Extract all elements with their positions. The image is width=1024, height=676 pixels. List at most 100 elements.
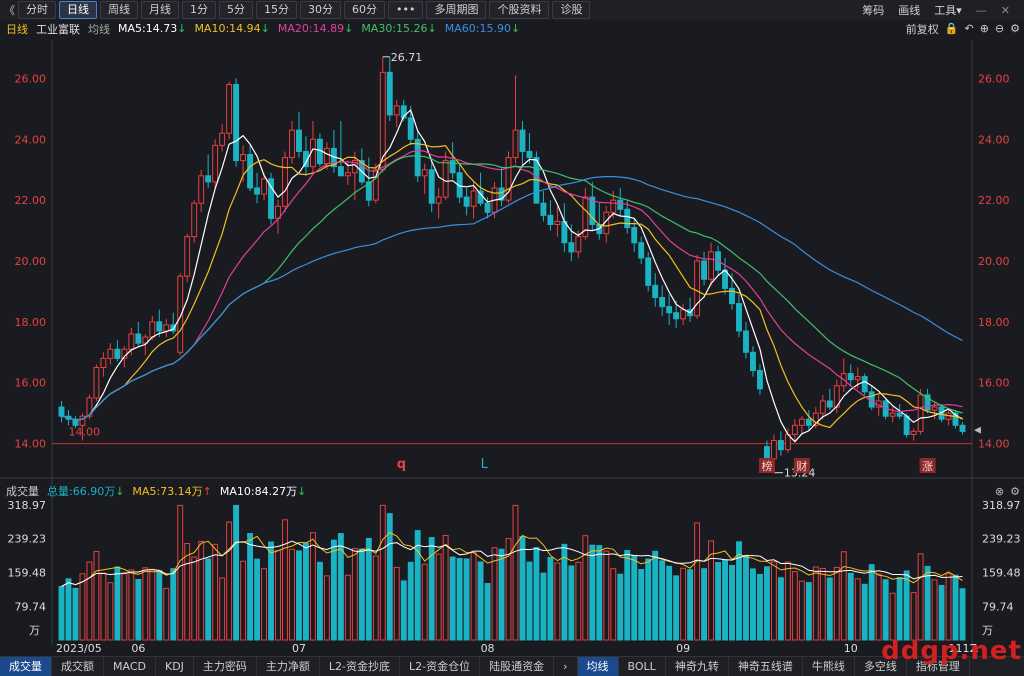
- current-price-pointer: ◀: [974, 425, 981, 435]
- candle-body: [128, 333, 135, 350]
- candle-body: [554, 220, 561, 225]
- candle-body: [526, 150, 533, 159]
- volume-title: 成交量: [6, 485, 39, 498]
- candle-body: [337, 166, 344, 177]
- volume-bar: [358, 548, 365, 641]
- candle-body: [959, 424, 966, 432]
- volume-bar: [470, 551, 477, 641]
- event-badge-label: 涨: [922, 460, 933, 473]
- date-tick: 06: [131, 642, 145, 655]
- volume-bar: [484, 582, 491, 641]
- ma30-line: [61, 155, 963, 421]
- q-marker: q: [397, 457, 406, 472]
- volume-bar: [65, 578, 72, 641]
- candle-body: [777, 440, 784, 451]
- volume-bar: [275, 549, 281, 641]
- indicator-tab[interactable]: 成交量: [0, 657, 52, 676]
- indicator-tab[interactable]: 陆股通资金: [480, 657, 555, 676]
- indicator-tab[interactable]: 成交额: [52, 657, 104, 676]
- ma20-line: [61, 149, 963, 421]
- volume-bar: [442, 534, 449, 641]
- close-icon[interactable]: ⊗: [995, 485, 1004, 498]
- left-low-label: 14.00: [68, 426, 100, 439]
- volume-bar: [142, 567, 149, 641]
- candle-body: [512, 129, 519, 159]
- event-badge-label: 榜: [761, 459, 772, 473]
- kline-chart[interactable]: 26.00 26.00 24.00 24.00 22.00 22.00 20.00 20.00…: [0, 0, 1024, 656]
- volume-bar: [254, 558, 261, 641]
- volume-bar: [296, 550, 302, 641]
- volume-bar: [316, 561, 323, 641]
- volume-bar: [72, 587, 79, 641]
- candle-body: [896, 412, 903, 417]
- price-tick-right: 14.00: [978, 438, 1010, 451]
- candle-body: [93, 367, 100, 399]
- indicator-tab[interactable]: BOLL: [619, 657, 666, 676]
- candle-body: [254, 187, 261, 195]
- price-tick-left: 22.00: [15, 194, 47, 207]
- volume-tick-right: 159.48: [982, 567, 1021, 580]
- candle-body: [435, 196, 442, 204]
- volume-bar: [379, 504, 386, 641]
- indicator-tab[interactable]: 牛熊线: [803, 657, 855, 676]
- candle-body: [393, 105, 400, 116]
- indicator-tab[interactable]: 神奇九转: [666, 657, 729, 676]
- indicator-tab[interactable]: 主力净额: [257, 657, 320, 676]
- candle-body: [680, 309, 687, 320]
- volume-controls: ⊗ ⚙: [995, 483, 1020, 499]
- volume-bar: [184, 543, 191, 641]
- candle-body: [847, 373, 854, 381]
- price-tick-right: 18.00: [978, 316, 1010, 329]
- volume-bar: [610, 568, 617, 641]
- indicator-tab[interactable]: 主力密码: [194, 657, 257, 676]
- volume-bar: [400, 580, 407, 641]
- volume-bar: [645, 558, 652, 641]
- volume-bar: [205, 558, 212, 641]
- volume-bar: [722, 559, 728, 641]
- volume-bar: [917, 553, 924, 641]
- indicator-tab[interactable]: 均线: [577, 657, 619, 676]
- volume-bar: [652, 550, 659, 641]
- volume-bar: [156, 570, 163, 641]
- candle-body: [575, 236, 582, 253]
- indicator-tab[interactable]: ›: [554, 657, 578, 676]
- indicator-tab[interactable]: L2-资金抄底: [320, 657, 401, 676]
- candle-body: [344, 172, 351, 177]
- volume-bar: [121, 571, 128, 641]
- volume-bar: [589, 544, 596, 641]
- volume-ma5: MA5:73.14万: [132, 485, 203, 498]
- candle-body: [449, 160, 456, 174]
- indicator-tab[interactable]: KDJ: [156, 657, 194, 676]
- indicator-tab[interactable]: 神奇五线谱: [729, 657, 803, 676]
- candle-body: [736, 303, 742, 332]
- volume-bar: [282, 519, 288, 641]
- indicator-tab[interactable]: L2-资金仓位: [400, 657, 481, 676]
- candle-body: [247, 154, 254, 189]
- price-tick-left: 14.00: [15, 438, 47, 451]
- volume-bar: [896, 577, 903, 641]
- volume-bar: [680, 567, 687, 641]
- price-tick-right: 26.00: [978, 72, 1010, 85]
- candle-body: [931, 406, 938, 411]
- volume-bar: [715, 562, 721, 641]
- candle-body: [568, 242, 575, 253]
- volume-bar: [547, 556, 554, 641]
- volume-bar: [198, 540, 205, 641]
- candle-body: [114, 348, 121, 359]
- candle-body: [854, 376, 861, 381]
- volume-bar: [268, 541, 274, 641]
- volume-bar: [463, 558, 470, 641]
- volume-bar: [687, 569, 694, 641]
- indicator-tab[interactable]: MACD: [104, 657, 156, 676]
- volume-bar: [659, 560, 666, 641]
- volume-bar: [191, 556, 198, 641]
- candle-body: [798, 418, 805, 426]
- volume-bar: [477, 561, 484, 641]
- settings-icon[interactable]: ⚙: [1010, 485, 1020, 498]
- candle-body: [212, 144, 219, 183]
- volume-bar: [847, 572, 854, 641]
- event-badge-label: 财: [796, 459, 807, 473]
- volume-bar: [791, 571, 798, 641]
- volume-bar: [624, 549, 631, 641]
- volume-bar: [938, 584, 945, 641]
